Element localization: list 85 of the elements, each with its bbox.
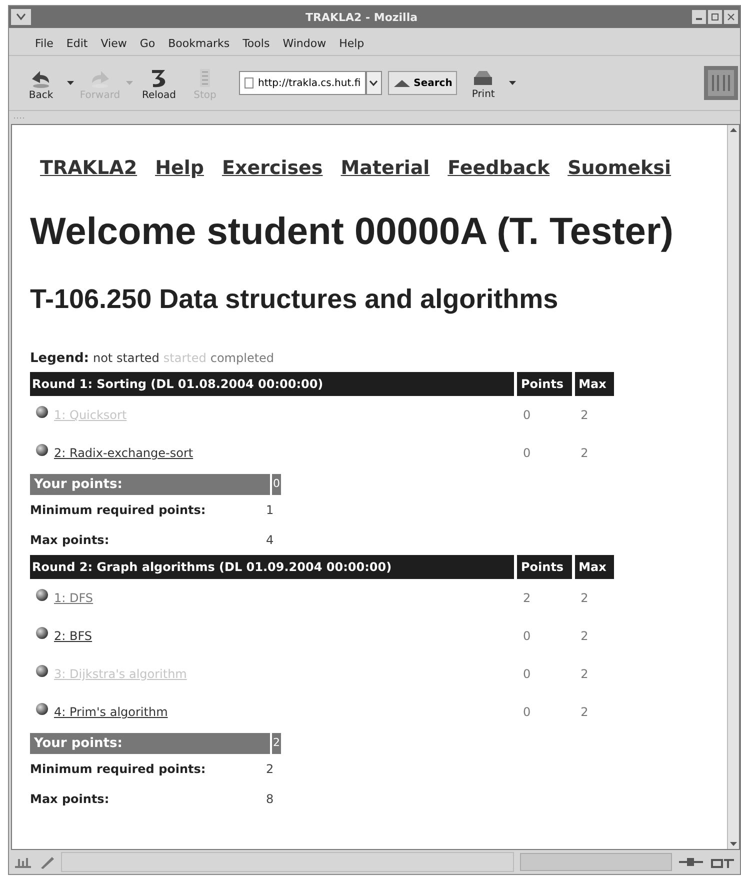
summary-label: Minimum required points:: [30, 503, 207, 517]
dropdown-arrow-icon: [509, 81, 516, 85]
nav-link[interactable]: Suomeksi: [568, 157, 671, 179]
column-header: Max: [574, 372, 614, 396]
sphere-icon: [36, 589, 48, 601]
minimize-button[interactable]: [692, 10, 706, 24]
window-title: TRAKLA2 - Mozilla: [304, 10, 419, 24]
max-cell-text: 2: [580, 445, 590, 462]
nav-link[interactable]: Help: [155, 157, 204, 179]
column-header: Points: [517, 372, 572, 396]
nav-link[interactable]: TRAKLA2: [40, 157, 138, 179]
connection-icon: [678, 855, 704, 869]
column-header: Max: [574, 555, 614, 579]
round-header: Round 2: Graph algorithms (DL 01.09.2004 00:00:00): [30, 555, 514, 579]
legend-item: completed: [210, 351, 274, 365]
points-cell-text: 0: [522, 704, 532, 721]
dropdown-button[interactable]: [366, 71, 382, 95]
close-icon: [726, 12, 736, 22]
column-header: Points: [517, 555, 572, 579]
menu-item[interactable]: Edit: [66, 36, 88, 50]
nav-link[interactable]: Feedback: [448, 157, 550, 179]
search-button[interactable]: Search: [388, 71, 458, 95]
max-cell-text: 2: [580, 704, 590, 721]
summary-value: 2: [265, 762, 274, 776]
points-cell-text: 2: [522, 590, 532, 607]
sphere-icon: [36, 444, 48, 456]
chevron-down-icon: [369, 80, 378, 86]
sphere-icon: [36, 627, 48, 639]
your-points-label: Your points:: [30, 474, 270, 495]
max-cell-text: 2: [580, 628, 590, 645]
summary-label: Minimum required points:: [30, 762, 207, 776]
nav-link[interactable]: Material: [340, 157, 430, 179]
your-points-value: 0: [272, 474, 281, 495]
menu-item[interactable]: Window: [282, 36, 326, 50]
menu-item[interactable]: Go: [140, 36, 156, 50]
legend-item: started: [163, 351, 206, 365]
throbber-icon: [704, 66, 738, 100]
collapse-grip-icon: [13, 114, 25, 120]
max-cell-text: 2: [580, 590, 590, 607]
course-title: T-106.250 Data structures and algorithms: [30, 284, 560, 315]
legend-item: not started: [92, 351, 160, 365]
points-cell-text: 0: [522, 628, 532, 645]
down-arrow-icon: [729, 841, 738, 847]
summary-value: 4: [265, 533, 274, 547]
menu-item[interactable]: File: [35, 36, 54, 50]
address-field[interactable]: http://trakla.cs.hut.fi: [239, 71, 366, 95]
nav-link[interactable]: Exercises: [222, 157, 323, 179]
menu-item[interactable]: Tools: [242, 36, 270, 50]
exercise-link[interactable]: 4: Prim's algorithm: [54, 705, 168, 719]
sphere-icon: [36, 665, 48, 677]
sphere-icon: [36, 406, 48, 418]
legend-label: Legend:: [30, 351, 89, 366]
maximize-icon: [710, 12, 720, 22]
your-points-value: 2: [272, 733, 281, 754]
toolbar-button[interactable]: Back: [21, 66, 61, 100]
menu-item[interactable]: View: [100, 36, 127, 50]
summary-value: 8: [265, 792, 274, 806]
points-cell-text: 0: [522, 666, 532, 683]
max-cell-text: 2: [580, 666, 590, 683]
up-arrow-icon: [729, 127, 738, 133]
pen-icon: [39, 855, 55, 869]
print-button[interactable]: Print: [463, 66, 504, 100]
summary-value: 1: [265, 503, 274, 517]
round-header: Round 1: Sorting (DL 01.08.2004 00:00:00): [30, 372, 514, 396]
window-menu-button[interactable]: [11, 9, 31, 25]
max-cell-text: 2: [580, 407, 590, 424]
exercise-link[interactable]: 2: Radix-exchange-sort: [54, 446, 194, 460]
dropdown-arrow-icon[interactable]: [67, 81, 74, 85]
caret-icon: [16, 13, 26, 21]
your-points-label: Your points:: [30, 733, 270, 754]
toolbar-button[interactable]: Reload: [139, 66, 179, 100]
exercise-link[interactable]: 2: BFS: [54, 629, 92, 643]
summary-label: Max points:: [30, 792, 110, 806]
sphere-icon: [36, 703, 48, 715]
page-heading: Welcome student 00000A (T. Tester): [30, 211, 674, 254]
points-cell-text: 0: [522, 445, 532, 462]
maximize-button[interactable]: [708, 10, 722, 24]
points-cell-text: 0: [522, 407, 532, 424]
menu-item[interactable]: Help: [339, 36, 364, 50]
close-button[interactable]: [724, 10, 738, 24]
scrollbar[interactable]: [727, 125, 739, 849]
menu-item[interactable]: Bookmarks: [168, 36, 230, 50]
summary-label: Max points:: [30, 533, 110, 547]
exercise-link[interactable]: 1: DFS: [54, 591, 94, 605]
page-icon: [244, 77, 254, 89]
